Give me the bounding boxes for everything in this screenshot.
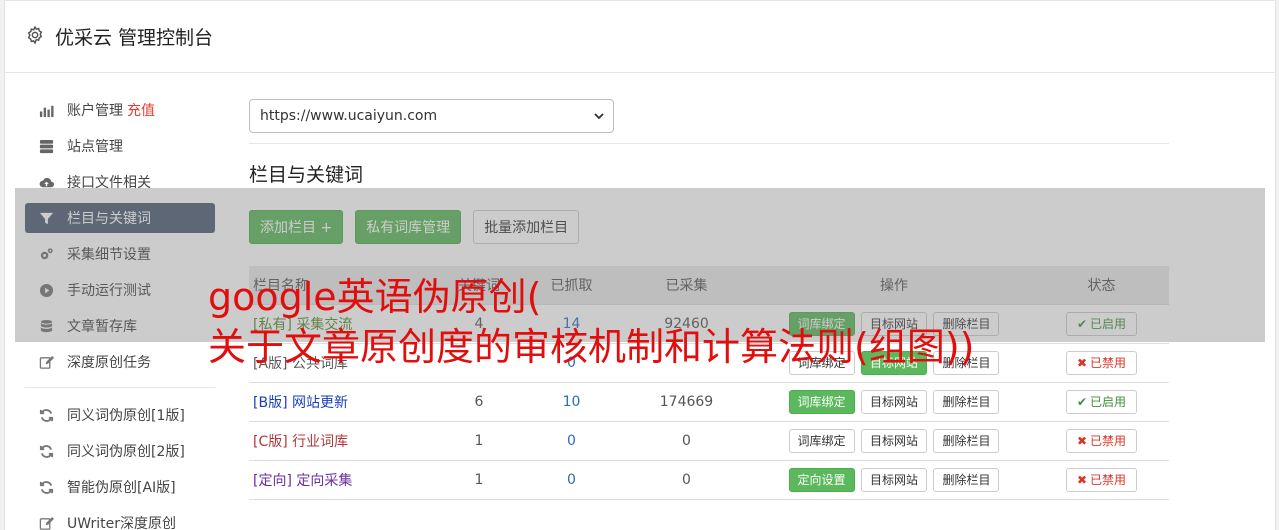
recharge-link[interactable]: 充值 <box>127 100 155 120</box>
column-tag: [定向] <box>253 472 292 489</box>
status-label: 已禁用 <box>1090 356 1127 370</box>
keywords-cell: 1 <box>434 459 524 500</box>
target-site-button[interactable]: 目标网站 <box>860 389 927 414</box>
sidebar-item-label: 账户管理 <box>67 103 123 119</box>
divider <box>249 143 1169 144</box>
sidebar-item-label: UWriter深度原创 <box>67 516 176 530</box>
sidebar-item-uwriter[interactable]: UWriter深度原创 <box>25 508 215 530</box>
sidebar-item-label: 智能伪原创[AI版] <box>67 480 176 496</box>
column-name-cell: [C版] 行业词库 <box>249 420 434 460</box>
page-title: 优采云 管理控制台 <box>55 27 214 49</box>
status-label: 已启用 <box>1090 395 1127 409</box>
status-cell: ✖ 已禁用 <box>1034 459 1169 500</box>
fetched-cell[interactable]: 0 <box>524 459 619 500</box>
section-title: 栏目与关键词 <box>249 164 364 186</box>
status-cell: ✖ 已禁用 <box>1034 420 1169 460</box>
sidebar-item-label: 站点管理 <box>67 139 123 155</box>
delete-column-button[interactable]: 删除栏目 <box>933 389 1000 414</box>
status-toggle[interactable]: ✖ 已禁用 <box>1065 428 1138 453</box>
bind-lib-button[interactable]: 词库绑定 <box>788 389 855 414</box>
column-name-cell: [B版] 网站更新 <box>249 381 434 421</box>
cross-icon: ✖ <box>1076 355 1088 370</box>
table-row: [C版] 行业词库 1 0 0 词库绑定 目标网站 删除栏目 ✖ 已禁用 <box>249 420 1169 460</box>
bar-chart-icon <box>37 102 55 118</box>
refresh-icon <box>37 443 55 459</box>
bind-lib-button[interactable]: 词库绑定 <box>788 428 855 453</box>
sidebar-item-sites[interactable]: 站点管理 <box>25 131 215 161</box>
column-name[interactable]: 定向采集 <box>296 473 352 489</box>
sidebar-item-label: 同义词伪原创[1版] <box>67 408 185 424</box>
direct-settings-button[interactable]: 定向设置 <box>788 467 855 492</box>
refresh-icon <box>37 407 55 423</box>
edit-icon <box>37 354 55 370</box>
watermark-headline: google英语伪原创( 关于文章原创度的审核机制和计算法则(组图)) <box>208 272 974 372</box>
delete-column-button[interactable]: 删除栏目 <box>933 428 1000 453</box>
watermark-line-2: 关于文章原创度的审核机制和计算法则(组图)) <box>208 325 975 369</box>
status-toggle[interactable]: ✔ 已启用 <box>1065 389 1138 414</box>
actions-cell: 定向设置 目标网站 删除栏目 <box>754 459 1034 500</box>
collected-cell: 0 <box>619 420 754 460</box>
delete-column-button[interactable]: 删除栏目 <box>933 467 1000 492</box>
cross-icon: ✖ <box>1076 472 1088 487</box>
status-cell: ✔ 已启用 <box>1034 381 1169 421</box>
sidebar-item-synonym-v2[interactable]: 同义词伪原创[2版] <box>25 436 215 466</box>
status-label: 已禁用 <box>1090 473 1127 487</box>
table-row: [B版] 网站更新 6 10 174669 词库绑定 目标网站 删除栏目 ✔ 已启… <box>249 381 1169 421</box>
site-select[interactable]: https://www.ucaiyun.com <box>249 99 614 133</box>
actions-cell: 词库绑定 目标网站 删除栏目 <box>754 381 1034 421</box>
sidebar-item-ai-rewrite[interactable]: 智能伪原创[AI版] <box>25 472 215 502</box>
sidebar-item-label: 深度原创任务 <box>67 355 151 371</box>
column-name[interactable]: 网站更新 <box>292 395 348 411</box>
check-icon: ✔ <box>1076 394 1088 409</box>
column-tag: [B版] <box>253 394 288 411</box>
target-site-button[interactable]: 目标网站 <box>860 467 927 492</box>
column-name[interactable]: 行业词库 <box>292 434 348 450</box>
top-bar: 优采云 管理控制台 <box>5 1 1275 73</box>
sidebar-item-account[interactable]: 账户管理 充值 <box>25 95 215 125</box>
site-select-value: https://www.ucaiyun.com <box>260 108 438 124</box>
edit-icon <box>37 515 55 530</box>
table-row: [定向] 定向采集 1 0 0 定向设置 目标网站 删除栏目 ✖ 已禁用 <box>249 459 1169 500</box>
server-icon <box>37 138 55 154</box>
sidebar-item-synonym-v1[interactable]: 同义词伪原创[1版] <box>25 400 215 430</box>
column-tag: [C版] <box>253 433 288 450</box>
collected-cell: 174669 <box>619 381 754 421</box>
status-cell: ✖ 已禁用 <box>1034 342 1169 382</box>
chevron-down-icon <box>594 113 604 120</box>
fetched-cell[interactable]: 0 <box>524 420 619 460</box>
sidebar-divider <box>25 387 215 388</box>
cross-icon: ✖ <box>1076 433 1088 448</box>
collected-cell: 0 <box>619 459 754 500</box>
watermark-line-1: google英语伪原创( <box>208 275 542 319</box>
status-label: 已禁用 <box>1090 434 1127 448</box>
target-site-button[interactable]: 目标网站 <box>860 428 927 453</box>
status-toggle[interactable]: ✖ 已禁用 <box>1065 350 1138 375</box>
column-name-cell: [定向] 定向采集 <box>249 459 434 500</box>
gear-icon <box>27 25 43 45</box>
actions-cell: 词库绑定 目标网站 删除栏目 <box>754 420 1034 460</box>
status-toggle[interactable]: ✖ 已禁用 <box>1065 467 1138 492</box>
fetched-cell[interactable]: 10 <box>524 381 619 421</box>
keywords-cell: 1 <box>434 420 524 460</box>
keywords-cell: 6 <box>434 381 524 421</box>
refresh-icon <box>37 479 55 495</box>
sidebar-item-deep-original[interactable]: 深度原创任务 <box>25 347 215 377</box>
sidebar-item-label: 同义词伪原创[2版] <box>67 444 185 460</box>
